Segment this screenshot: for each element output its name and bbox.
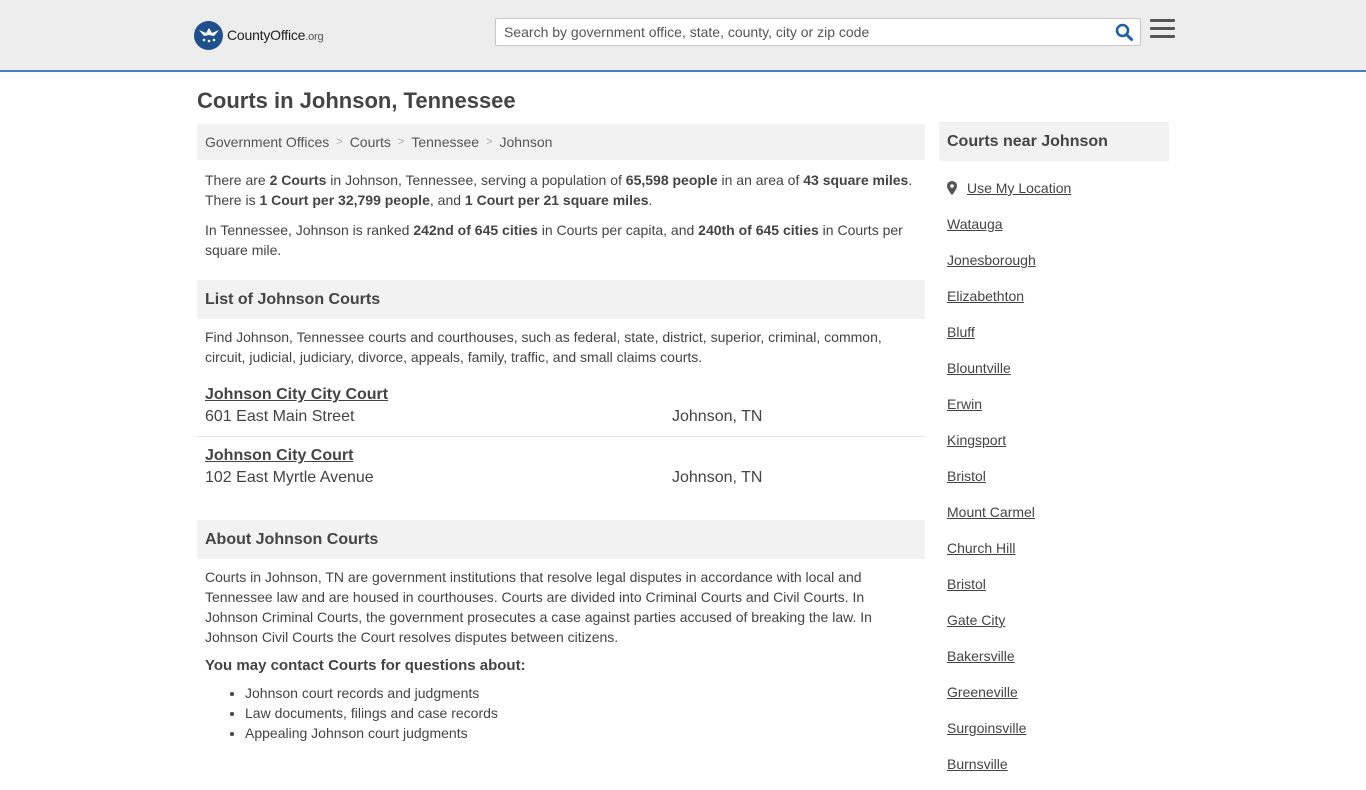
nearby-city-mount-carmel[interactable]: Mount Carmel [947,502,1169,538]
sidebar-heading: Courts near Johnson [939,122,1169,161]
list-item: Law documents, filings and case records [245,703,925,723]
nearby-city-church-hill[interactable]: Church Hill [947,538,1169,574]
use-my-location-link[interactable]: Use My Location [967,178,1071,214]
nearby-city-bakersville[interactable]: Bakersville [947,646,1169,682]
nearby-city-greeneville[interactable]: Greeneville [947,682,1169,718]
nearby-city-erwin[interactable]: Erwin [947,394,1169,430]
intro-ranking: In Tennessee, Johnson is ranked 242nd of… [205,222,903,258]
chevron-right-icon: > [486,136,493,148]
list-heading: List of Johnson Courts [197,280,925,319]
nearby-city-gate-city[interactable]: Gate City [947,610,1169,646]
court-address: 102 East Myrtle Avenue [205,469,374,486]
divider [197,436,925,437]
nearby-list: Use My Location Watauga Jonesborough Eli… [939,178,1169,790]
breadcrumb: Government Offices > Courts > Tennessee > J… [197,124,925,160]
nearby-city-elizabethton[interactable]: Elizabethton [947,286,1169,322]
sidebar: Courts near Johnson Use My Location Wata… [939,122,1169,790]
nearby-city-bristol[interactable]: Bristol [947,466,1169,502]
logo-text: CountyOffice.org [227,27,324,43]
page-title: Courts in Johnson, Tennessee [197,88,516,113]
court-address: 601 East Main Street [205,408,355,425]
court-city: Johnson, TN [672,408,763,425]
nearby-city-blountville[interactable]: Blountville [947,358,1169,394]
topics-list: Johnson court records and judgments Law … [197,683,925,743]
hamburger-menu-icon[interactable] [1150,19,1175,43]
nearby-city-surgoinsville[interactable]: Surgoinsville [947,718,1169,754]
about-text: Courts in Johnson, TN are government ins… [205,569,872,645]
site-logo[interactable]: CountyOffice.org [194,20,324,50]
breadcrumb-johnson: Johnson [499,134,553,150]
court-name-link[interactable]: Johnson City City Court [205,386,388,404]
nearby-city-bluff[interactable]: Bluff [947,322,1169,358]
eagle-seal-icon [194,20,223,50]
breadcrumb-tennessee[interactable]: Tennessee [411,134,479,150]
site-header: CountyOffice.org [0,0,1366,72]
court-city: Johnson, TN [672,469,763,486]
search-bar [495,18,1141,46]
nearby-city-bristol-2[interactable]: Bristol [947,574,1169,610]
nearby-city-jonesborough[interactable]: Jonesborough [947,250,1169,286]
about-subheading: You may contact Courts for questions abo… [205,657,526,674]
about-heading: About Johnson Courts [197,520,925,559]
nearby-city-watauga[interactable]: Watauga [947,214,1169,250]
intro-stats: There are 2 Courts in Johnson, Tennessee… [205,172,913,208]
breadcrumb-government-offices[interactable]: Government Offices [205,134,329,150]
main-content: Government Offices > Courts > Tennessee > J… [197,124,925,743]
list-item: Johnson City City Court 601 East Main St… [197,386,925,426]
chevron-right-icon: > [336,136,343,148]
list-item: Johnson City Court 102 East Myrtle Avenu… [197,447,925,487]
nearby-city-burnsville[interactable]: Burnsville [947,754,1169,790]
chevron-right-icon: > [397,136,405,148]
nearby-city-kingsport[interactable]: Kingsport [947,430,1169,466]
search-input[interactable] [496,19,1108,45]
list-item: Appealing Johnson court judgments [245,723,925,743]
breadcrumb-courts[interactable]: Courts [350,134,391,150]
search-icon [1115,23,1133,41]
list-description: Find Johnson, Tennessee courts and court… [205,329,882,365]
search-button[interactable] [1108,19,1140,45]
list-item: Johnson court records and judgments [245,683,925,703]
court-name-link[interactable]: Johnson City Court [205,447,353,465]
map-pin-icon [947,181,957,195]
